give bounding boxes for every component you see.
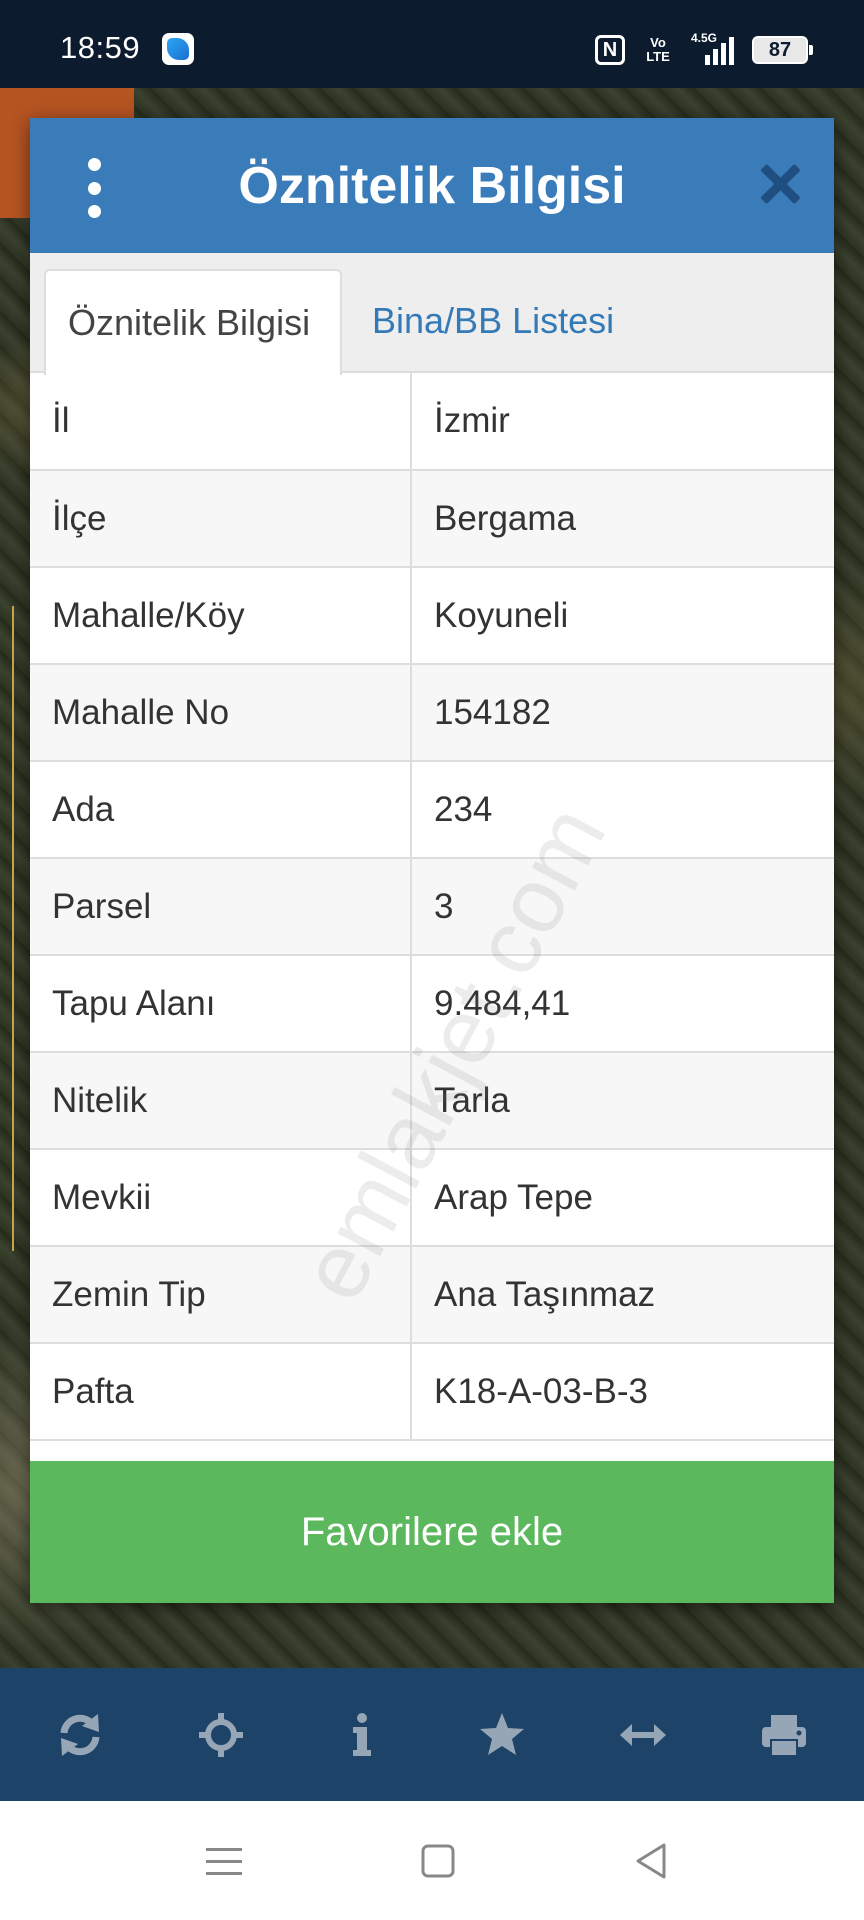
star-icon[interactable] bbox=[466, 1699, 538, 1771]
map-toolbar bbox=[0, 1668, 864, 1801]
crosshair-icon[interactable] bbox=[185, 1699, 257, 1771]
table-row: Zemin Tip Ana Taşınmaz bbox=[30, 1245, 834, 1344]
status-icons: N Vo LTE 4.5G 87 bbox=[595, 30, 813, 70]
add-favorite-button[interactable]: Favorilere ekle bbox=[30, 1461, 834, 1603]
home-icon[interactable] bbox=[416, 1839, 460, 1883]
info-icon[interactable] bbox=[326, 1699, 398, 1771]
signal-icon: 4.5G bbox=[691, 31, 734, 65]
row-key: Ada bbox=[30, 760, 412, 859]
row-value: 154182 bbox=[410, 663, 834, 762]
measure-arrows-icon[interactable] bbox=[607, 1699, 679, 1771]
back-icon[interactable] bbox=[630, 1839, 674, 1883]
row-value: 234 bbox=[410, 760, 834, 859]
row-key: Nitelik bbox=[30, 1051, 412, 1150]
row-value: Bergama bbox=[410, 469, 834, 568]
dialog-title: Öznitelik Bilgisi bbox=[238, 157, 626, 215]
row-value: 3 bbox=[410, 857, 834, 956]
row-key: Parsel bbox=[30, 857, 412, 956]
tab-building-list[interactable]: Bina/BB Listesi bbox=[372, 269, 614, 375]
row-key: Mevkii bbox=[30, 1148, 412, 1247]
close-icon[interactable] bbox=[758, 162, 802, 206]
volte-line1: Vo bbox=[650, 35, 666, 50]
table-row: Nitelik Tarla bbox=[30, 1051, 834, 1150]
table-row: Mevkii Arap Tepe bbox=[30, 1148, 834, 1247]
table-row: Mahalle No 154182 bbox=[30, 663, 834, 762]
network-type: 4.5G bbox=[691, 31, 718, 45]
print-icon[interactable] bbox=[748, 1699, 820, 1771]
row-value: Tarla bbox=[410, 1051, 834, 1150]
table-row: İlçe Bergama bbox=[30, 469, 834, 568]
row-key: İlçe bbox=[30, 469, 412, 568]
recent-apps-icon[interactable] bbox=[202, 1839, 246, 1883]
table-row: İl İzmir bbox=[30, 373, 834, 471]
row-value: Arap Tepe bbox=[410, 1148, 834, 1247]
battery-icon: 87 bbox=[752, 36, 813, 64]
attribute-table: İl İzmir İlçe Bergama Mahalle/Köy Koyune… bbox=[30, 373, 834, 1441]
dialog-header: Öznitelik Bilgisi bbox=[30, 118, 834, 253]
row-value: İzmir bbox=[410, 373, 834, 471]
attribute-dialog: Öznitelik Bilgisi Öznitelik Bilgisi Bina… bbox=[30, 118, 834, 1603]
tab-bar: Öznitelik Bilgisi Bina/BB Listesi bbox=[30, 253, 834, 375]
row-key: Zemin Tip bbox=[30, 1245, 412, 1344]
volte-line2: LTE bbox=[646, 49, 670, 64]
row-key: İl bbox=[30, 373, 412, 471]
table-row: Tapu Alanı 9.484,41 bbox=[30, 954, 834, 1053]
row-key: Mahalle/Köy bbox=[30, 566, 412, 665]
table-row: Mahalle/Köy Koyuneli bbox=[30, 566, 834, 665]
row-value: Koyuneli bbox=[410, 566, 834, 665]
tab-attribute-info[interactable]: Öznitelik Bilgisi bbox=[44, 269, 342, 375]
row-key: Tapu Alanı bbox=[30, 954, 412, 1053]
row-value: Ana Taşınmaz bbox=[410, 1245, 834, 1344]
table-row: Parsel 3 bbox=[30, 857, 834, 956]
table-row: Ada 234 bbox=[30, 760, 834, 859]
status-time: 18:59 bbox=[60, 30, 141, 65]
nfc-icon: N bbox=[595, 35, 625, 65]
app-notification-icon bbox=[162, 33, 194, 65]
table-row: Pafta K18-A-03-B-3 bbox=[30, 1342, 834, 1441]
parcel-boundary bbox=[12, 606, 14, 1251]
row-key: Mahalle No bbox=[30, 663, 412, 762]
navigation-bar bbox=[0, 1801, 864, 1920]
row-value: K18-A-03-B-3 bbox=[410, 1342, 834, 1441]
row-key: Pafta bbox=[30, 1342, 412, 1441]
volte-indicator: Vo LTE bbox=[643, 36, 673, 64]
row-value: 9.484,41 bbox=[410, 954, 834, 1053]
status-bar: 18:59 N Vo LTE 4.5G 87 bbox=[0, 0, 864, 98]
refresh-icon[interactable] bbox=[44, 1699, 116, 1771]
